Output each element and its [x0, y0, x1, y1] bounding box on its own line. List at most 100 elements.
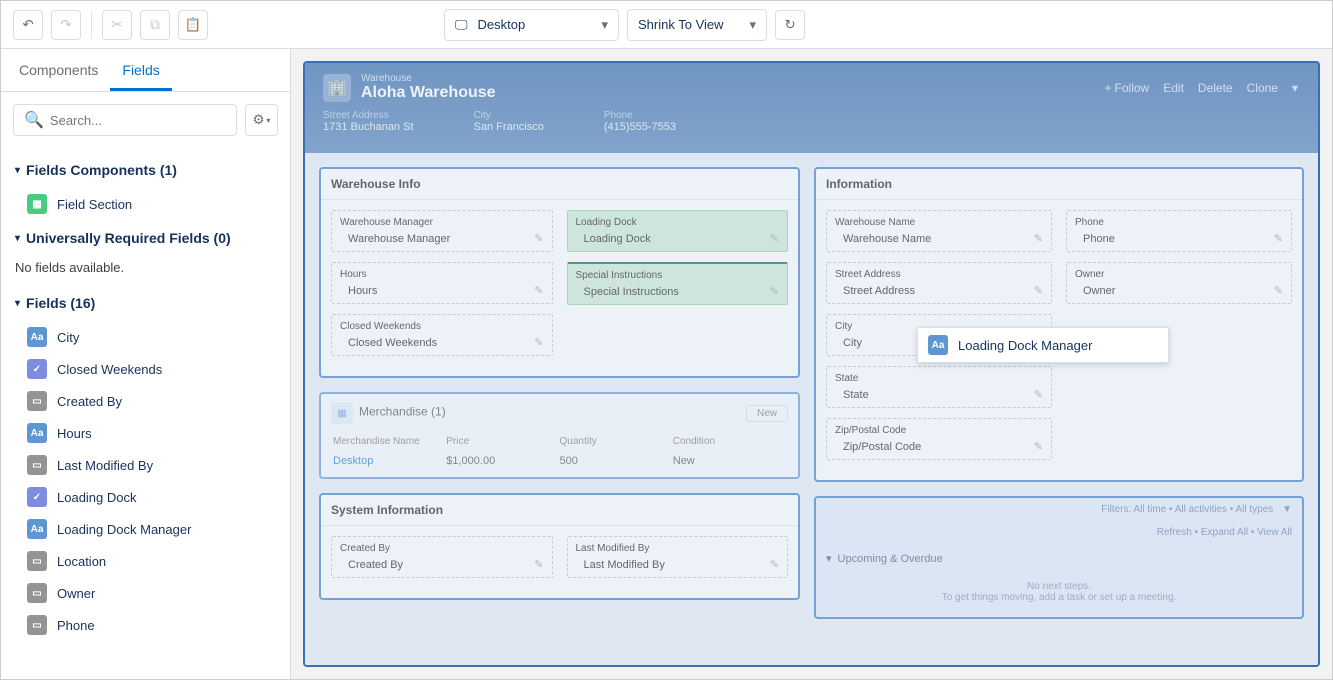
sidebar-field-phone[interactable]: ▭Phone: [13, 609, 278, 641]
sidebar-field-loading-dock[interactable]: ✓Loading Dock: [13, 481, 278, 513]
edit-icon[interactable]: ✎: [770, 285, 779, 298]
section-fields[interactable]: ▾ Fields (16): [13, 285, 278, 321]
sidebar-field-city[interactable]: AaCity: [13, 321, 278, 353]
sidebar-item-field-section[interactable]: ▦ Field Section: [13, 188, 278, 220]
section-fields-components[interactable]: ▾ Fields Components (1): [13, 152, 278, 188]
sidebar-field-last-modified-by[interactable]: ▭Last Modified By: [13, 449, 278, 481]
field-loading-dock[interactable]: Loading DockLoading Dock✎: [567, 210, 789, 252]
edit-icon[interactable]: ✎: [534, 284, 543, 297]
sidebar-field-owner[interactable]: ▭Owner: [13, 577, 278, 609]
sidebar-field-created-by[interactable]: ▭Created By: [13, 385, 278, 417]
chevron-down-icon: ▾: [15, 233, 20, 244]
edit-icon[interactable]: ✎: [534, 336, 543, 349]
edit-icon[interactable]: ✎: [534, 232, 543, 245]
field-type-icon: ✓: [27, 359, 47, 379]
object-type: Warehouse: [361, 73, 496, 84]
field-type-icon: Aa: [27, 423, 47, 443]
edit-icon[interactable]: ✎: [770, 558, 779, 571]
field-street-address[interactable]: Street AddressStreet Address✎: [826, 262, 1052, 304]
card-title: Merchandise (1): [359, 405, 446, 419]
field-section-icon: ▦: [27, 194, 47, 214]
text-field-icon: Aa: [928, 335, 948, 355]
edit-icon[interactable]: ✎: [1274, 232, 1283, 245]
chevron-down-icon: ▾: [15, 165, 20, 176]
field-closed-weekends[interactable]: Closed WeekendsClosed Weekends✎: [331, 314, 553, 356]
refresh-button[interactable]: ↻: [775, 10, 805, 40]
activity-empty-title: No next steps.: [826, 581, 1292, 592]
field-type-icon: ▭: [27, 391, 47, 411]
field-phone[interactable]: PhonePhone✎: [1066, 210, 1292, 252]
upcoming-overdue[interactable]: ▾ Upcoming & Overdue: [816, 544, 1302, 573]
chevron-down-icon: ▾: [749, 17, 756, 33]
edit-icon[interactable]: ✎: [1034, 232, 1043, 245]
activity-empty-sub: To get things moving, add a task or set …: [826, 592, 1292, 603]
edit-icon[interactable]: ✎: [1034, 388, 1043, 401]
zoom-select[interactable]: Shrink To View ▾: [627, 9, 767, 41]
field-type-icon: ▭: [27, 583, 47, 603]
card-system-info[interactable]: System Information Created By Created By…: [319, 493, 800, 600]
field-type-icon: ▭: [27, 455, 47, 475]
copy-button[interactable]: ⧉: [140, 10, 170, 40]
follow-button[interactable]: + Follow: [1104, 81, 1149, 95]
field-last-modified-by[interactable]: Last Modified By Last Modified By✎: [567, 536, 789, 578]
sidebar: Components Fields 🔍 ⚙ ▾ ▾ Fields Compone…: [1, 49, 291, 679]
chevron-down-icon[interactable]: ▾: [1292, 81, 1298, 95]
activity-links[interactable]: Refresh • Expand All • View All: [816, 521, 1302, 544]
tab-fields[interactable]: Fields: [110, 49, 171, 91]
merchandise-icon: ▦: [331, 402, 353, 424]
sidebar-field-loading-dock-manager[interactable]: AaLoading Dock Manager: [13, 513, 278, 545]
edit-button[interactable]: Edit: [1163, 81, 1184, 95]
section-required-fields[interactable]: ▾ Universally Required Fields (0): [13, 220, 278, 256]
sidebar-field-closed-weekends[interactable]: ✓Closed Weekends: [13, 353, 278, 385]
delete-button[interactable]: Delete: [1198, 81, 1233, 95]
search-icon: 🔍: [24, 110, 44, 130]
chevron-down-icon: ▾: [826, 552, 832, 565]
tab-components[interactable]: Components: [7, 49, 110, 91]
field-special-instructions[interactable]: Special InstructionsSpecial Instructions…: [567, 262, 789, 305]
sidebar-field-location[interactable]: ▭Location: [13, 545, 278, 577]
clone-button[interactable]: Clone: [1247, 81, 1278, 95]
field-type-icon: ▭: [27, 551, 47, 571]
card-information[interactable]: Information Warehouse NameWarehouse Name…: [814, 167, 1304, 482]
monitor-icon: 🖵: [455, 17, 468, 33]
record-icon: 🏢: [323, 74, 351, 102]
redo-button[interactable]: ↷: [51, 10, 81, 40]
cut-button[interactable]: ✂: [102, 10, 132, 40]
filter-icon[interactable]: ▼: [1282, 504, 1292, 515]
card-merchandise[interactable]: ▦Merchandise (1) New Merchandise NamePri…: [319, 392, 800, 479]
chevron-down-icon: ▾: [601, 17, 608, 33]
search-input-wrapper: 🔍: [13, 104, 237, 136]
search-input[interactable]: [50, 113, 226, 128]
field-hours[interactable]: HoursHours✎: [331, 262, 553, 304]
chevron-down-icon: ▾: [15, 298, 20, 309]
field-zip/postal-code[interactable]: Zip/Postal CodeZip/Postal Code✎: [826, 418, 1052, 460]
edit-icon[interactable]: ✎: [770, 232, 779, 245]
field-type-icon: ✓: [27, 487, 47, 507]
card-title: Warehouse Info: [321, 169, 798, 200]
sidebar-field-hours[interactable]: AaHours: [13, 417, 278, 449]
settings-button[interactable]: ⚙ ▾: [245, 104, 278, 136]
edit-icon[interactable]: ✎: [534, 558, 543, 571]
card-activity[interactable]: Filters: All time • All activities • All…: [814, 496, 1304, 619]
field-warehouse-manager[interactable]: Warehouse ManagerWarehouse Manager✎: [331, 210, 553, 252]
edit-icon[interactable]: ✎: [1034, 284, 1043, 297]
drag-chip-loading-dock-manager[interactable]: Aa Loading Dock Manager: [917, 327, 1169, 363]
undo-button[interactable]: ↶: [13, 10, 43, 40]
card-warehouse-info[interactable]: Warehouse Info Warehouse ManagerWarehous…: [319, 167, 800, 378]
device-select[interactable]: 🖵 Desktop ▾: [444, 9, 619, 41]
record-header: 🏢 Warehouse Aloha Warehouse + Follow Edi…: [305, 63, 1318, 153]
field-state[interactable]: StateState✎: [826, 366, 1052, 408]
new-button[interactable]: New: [746, 405, 788, 422]
activity-filters[interactable]: Filters: All time • All activities • All…: [1101, 504, 1273, 515]
header-actions: + Follow Edit Delete Clone ▾: [1104, 81, 1298, 95]
top-toolbar: ↶ ↷ ✂ ⧉ 📋 🖵 Desktop ▾ Shrink To View ▾ ↻: [1, 1, 1332, 49]
field-created-by[interactable]: Created By Created By✎: [331, 536, 553, 578]
card-title: System Information: [321, 495, 798, 526]
edit-icon[interactable]: ✎: [1274, 284, 1283, 297]
field-owner[interactable]: OwnerOwner✎: [1066, 262, 1292, 304]
paste-button[interactable]: 📋: [178, 10, 208, 40]
field-warehouse-name[interactable]: Warehouse NameWarehouse Name✎: [826, 210, 1052, 252]
page-canvas: 🏢 Warehouse Aloha Warehouse + Follow Edi…: [291, 49, 1332, 679]
device-label: Desktop: [478, 17, 526, 32]
edit-icon[interactable]: ✎: [1034, 440, 1043, 453]
